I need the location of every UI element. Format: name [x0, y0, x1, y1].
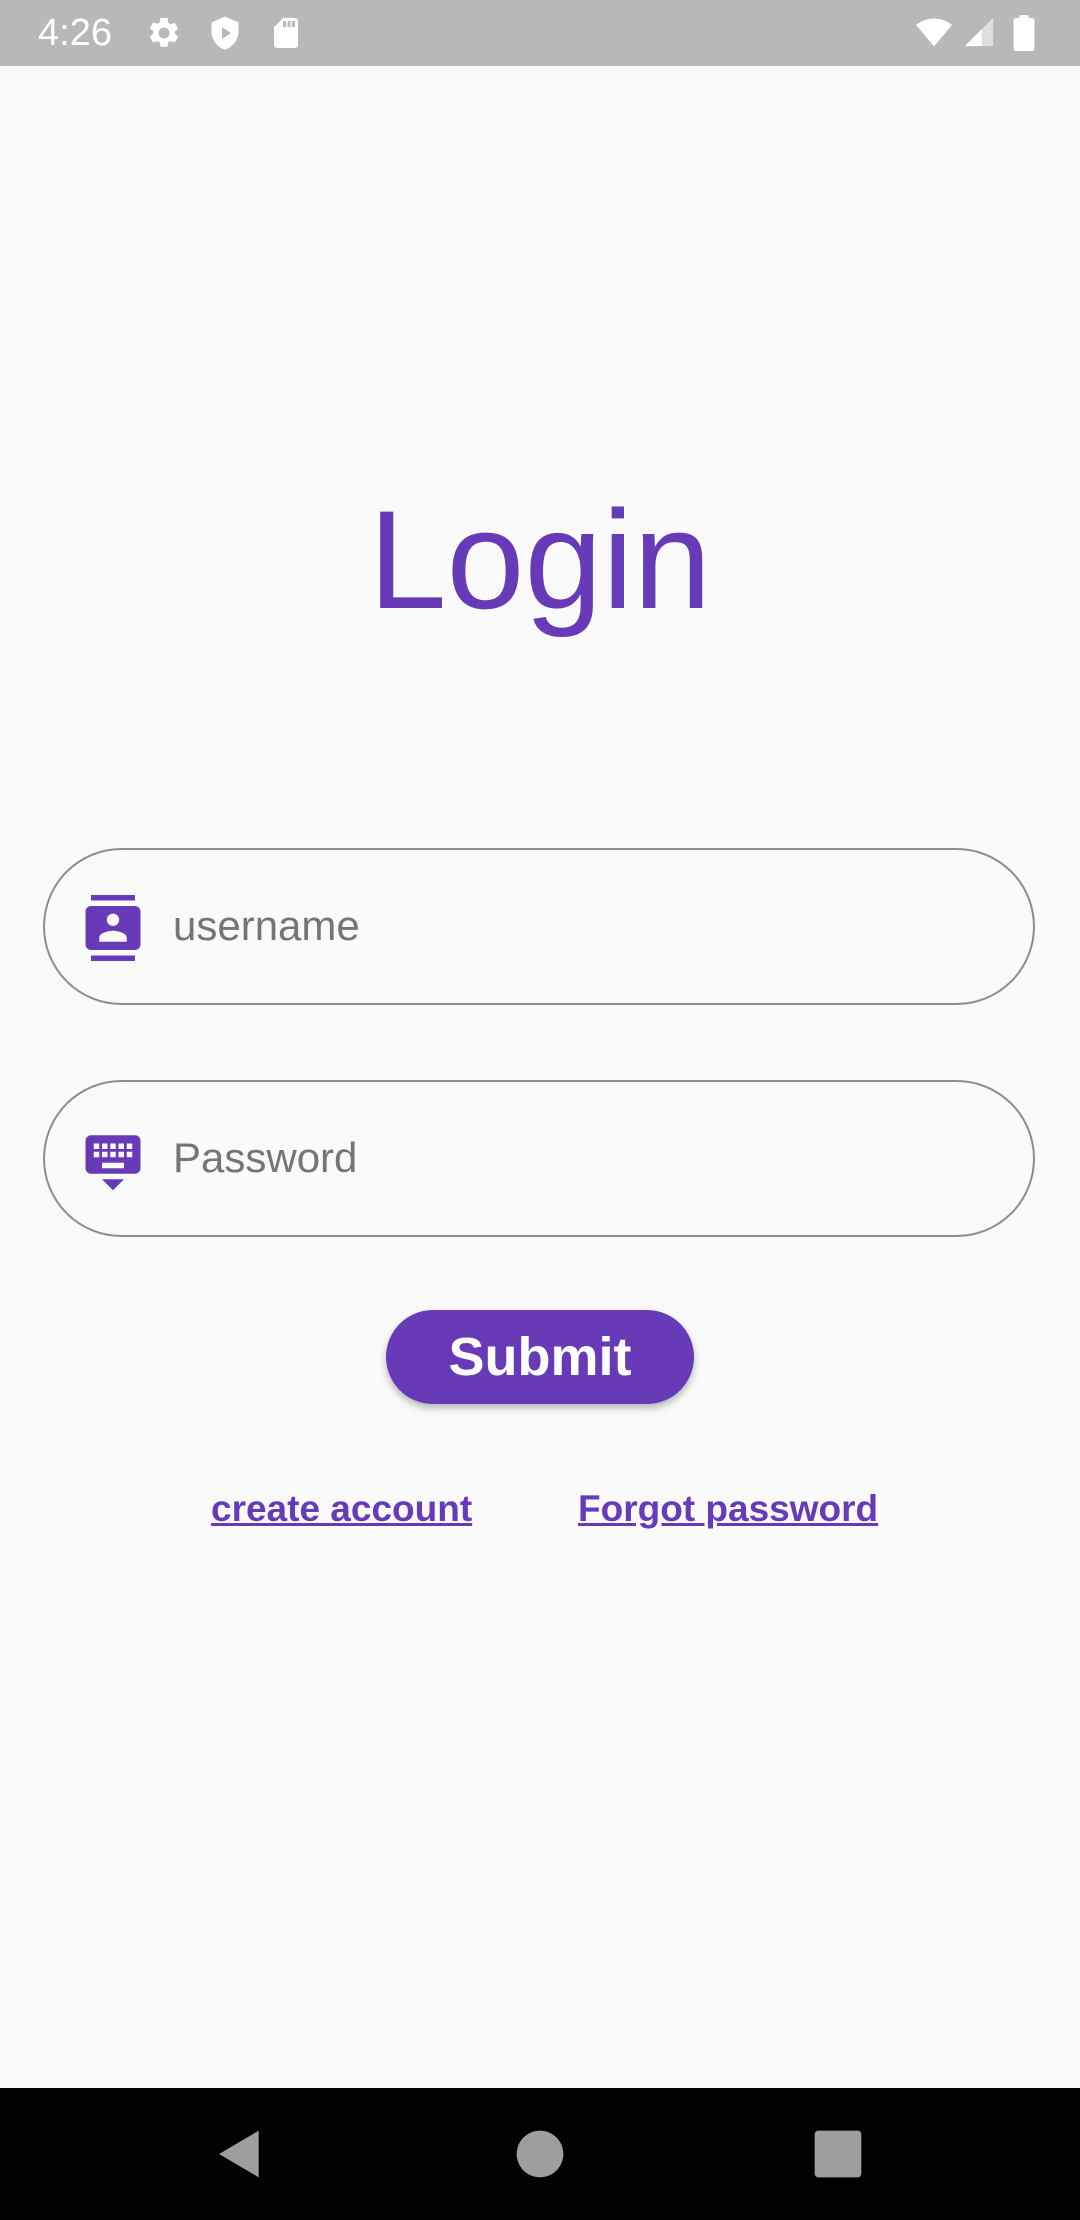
- page-title: Login: [368, 481, 712, 638]
- back-icon[interactable]: [212, 2126, 268, 2182]
- password-field[interactable]: [43, 1080, 1035, 1237]
- settings-icon: [146, 15, 182, 51]
- battery-icon: [1012, 15, 1036, 51]
- keyboard-hide-icon: [80, 1127, 146, 1193]
- recents-icon[interactable]: [810, 2126, 866, 2182]
- status-bar: 4:26: [0, 0, 1080, 66]
- home-icon[interactable]: [512, 2126, 568, 2182]
- contact-card-icon: [80, 895, 146, 961]
- shield-play-icon: [207, 15, 243, 51]
- password-input[interactable]: [173, 1082, 993, 1234]
- submit-button[interactable]: Submit: [386, 1310, 694, 1404]
- wifi-icon: [914, 15, 954, 51]
- status-time: 4:26: [38, 12, 112, 54]
- navigation-bar: [0, 2088, 1080, 2220]
- sd-card-icon: [268, 15, 304, 51]
- username-input[interactable]: [173, 850, 993, 1002]
- cell-signal-icon: [962, 15, 996, 49]
- forgot-password-link[interactable]: Forgot password: [578, 1484, 878, 1534]
- create-account-link[interactable]: create account: [211, 1484, 472, 1534]
- username-field[interactable]: [43, 848, 1035, 1005]
